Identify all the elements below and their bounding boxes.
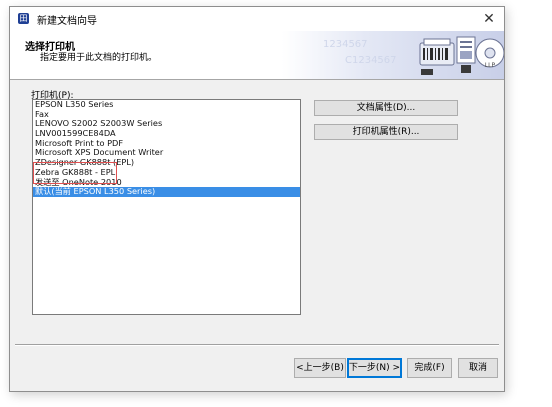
printer-list-item[interactable]: EPSON L350 Series — [33, 100, 300, 110]
window-title: 新建文档向导 — [37, 16, 97, 27]
next-button[interactable]: 下一步(N) > — [347, 358, 402, 378]
printer-list[interactable]: EPSON L350 Series Fax LENOVO S2002 S2003W … — [32, 99, 301, 315]
title-bar: 田 新建文档向导 ✕ — [10, 7, 504, 31]
page-subtitle: 指定要用于此文档的打印机。 — [40, 53, 158, 63]
svg-text:1234567: 1234567 — [323, 39, 368, 50]
wizard-app-icon: 田 — [18, 13, 29, 24]
finish-button[interactable]: 完成(F) — [407, 358, 452, 378]
svg-text:LLP: LLP — [485, 62, 496, 69]
close-icon[interactable]: ✕ — [480, 10, 498, 28]
back-button[interactable]: <上一步(B) — [294, 358, 346, 378]
cancel-button[interactable]: 取消 — [458, 358, 498, 378]
footer-divider — [15, 344, 499, 346]
printer-label-illustration: 1234567 C1234567 LLP — [323, 36, 504, 75]
printer-properties-button[interactable]: 打印机属性(R)... — [314, 124, 458, 140]
printer-list-item[interactable]: 默认(当前 EPSON L350 Series) — [33, 186, 300, 197]
svg-text:C1234567: C1234567 — [345, 55, 397, 66]
wizard-window: 田 新建文档向导 ✕ 选择打印机 指定要用于此文档的打印机。 1234567 C… — [9, 6, 505, 392]
document-properties-button[interactable]: 文档属性(D)... — [314, 100, 458, 116]
wizard-header-banner: 选择打印机 指定要用于此文档的打印机。 1234567 C1234567 LLP — [10, 31, 504, 80]
